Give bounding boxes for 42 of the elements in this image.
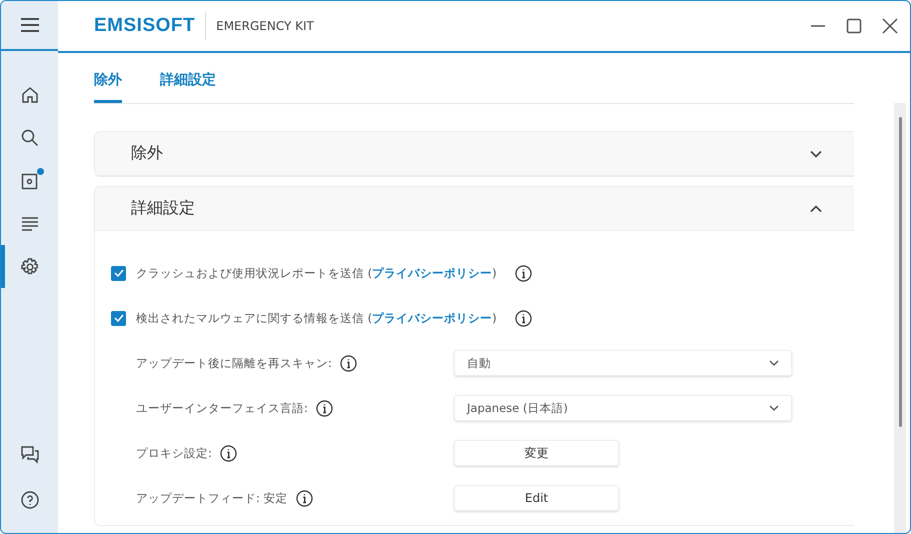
menu-icon (20, 18, 38, 32)
search-icon (20, 128, 40, 148)
setting-label: 検出されたマルウェアに関する情報を送信 (プライバシーポリシー) (136, 310, 497, 326)
setting-label: クラッシュおよび使用状況レポートを送信 (プライバシーポリシー) (136, 266, 497, 280)
minimize-icon (810, 25, 826, 27)
info-icon[interactable] (514, 310, 532, 326)
tab[interactable]: 除外 (94, 53, 122, 103)
chevron-down-icon (810, 150, 822, 158)
info-icon[interactable] (514, 264, 532, 282)
brand-logo: EMSISOFT (94, 15, 196, 37)
info-icon[interactable] (340, 354, 357, 372)
chevron-up-icon (810, 204, 822, 212)
action-button[interactable]: 変更 (454, 440, 619, 466)
settings-icon (20, 256, 40, 276)
checkmark-icon (114, 269, 124, 277)
dropdown[interactable]: 自動 (454, 350, 792, 376)
accordion-header[interactable]: 除外 (95, 132, 854, 176)
checkbox[interactable] (111, 266, 126, 280)
maximize-icon (846, 18, 862, 34)
chat-icon (20, 444, 40, 464)
info-icon[interactable] (220, 444, 237, 462)
chevron-down-icon (769, 360, 779, 366)
help-icon (20, 490, 40, 510)
info-icon[interactable] (316, 400, 333, 416)
checkbox[interactable] (111, 310, 126, 326)
privacy-policy-link[interactable]: プライバシーポリシー (372, 266, 492, 280)
setting-label: プロキシ設定: (136, 446, 212, 460)
chevron-down-icon (769, 405, 779, 411)
action-button[interactable]: Edit (454, 485, 619, 511)
dropdown[interactable]: Japanese (日本語) (454, 395, 792, 421)
accordion-header[interactable]: 詳細設定 (95, 187, 854, 231)
setting-label: ユーザーインターフェイス言語: (136, 400, 308, 416)
product-name: EMERGENCY KIT (216, 19, 314, 33)
tab[interactable]: 詳細設定 (160, 53, 216, 103)
setting-label: アップデートフィード: 安定 (136, 490, 288, 506)
setting-label: アップデート後に隔離を再スキャン: (136, 356, 332, 370)
home-icon (20, 84, 40, 104)
scrollbar-thumb[interactable] (898, 117, 902, 427)
checkmark-icon (114, 314, 124, 322)
privacy-policy-link[interactable]: プライバシーポリシー (372, 310, 492, 324)
info-icon[interactable] (296, 490, 313, 506)
close-icon (882, 18, 898, 34)
